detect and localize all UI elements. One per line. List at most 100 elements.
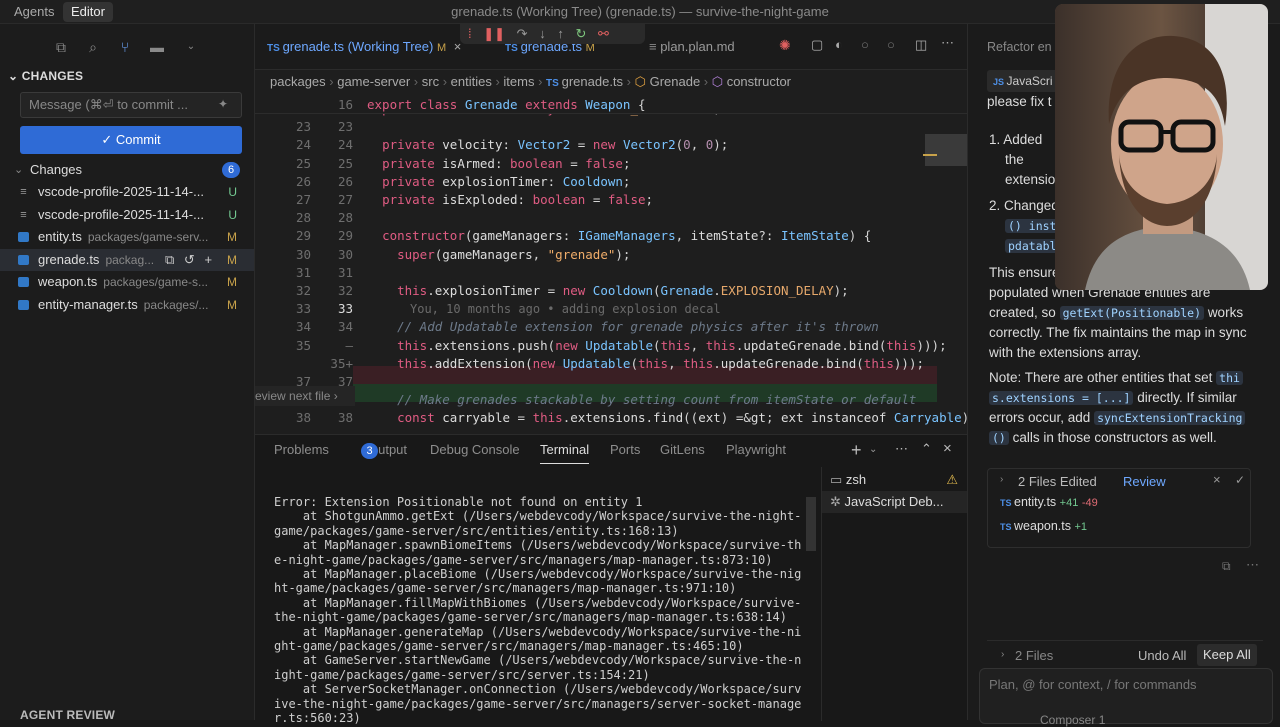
terminal-item-js-debug[interactable]: ✲ JavaScript Deb... (822, 491, 968, 513)
sparkle-icon[interactable]: ✦ (218, 97, 228, 111)
breadcrumb-item[interactable]: items (503, 74, 534, 89)
changes-section-header[interactable]: ⌄ CHANGES (8, 69, 83, 83)
panel-tab-problems[interactable]: Problems (274, 442, 329, 457)
changed-file-item[interactable]: ≡ vscode-profile-2025-11-14-... U (0, 204, 254, 226)
files-edited-label: 2 Files Edited (1018, 474, 1097, 489)
panel-tab-terminal[interactable]: Terminal (540, 442, 590, 464)
code-line[interactable]: private isArmed: boolean = false; (367, 155, 630, 173)
breadcrumb-item[interactable]: Grenade (650, 74, 701, 89)
changed-file-item[interactable]: entity-manager.ts packages/... M (0, 294, 254, 316)
panel-tab-gitlens[interactable]: GitLens (660, 442, 705, 457)
code-line[interactable]: private velocity: Vector2 = new Vector2(… (367, 136, 728, 154)
file-path: packages/... (143, 297, 209, 312)
step-into-icon[interactable]: ↓ (539, 26, 546, 41)
edited-file-item[interactable]: TS entity.ts +41 -49 (1000, 495, 1098, 509)
disconnect-icon[interactable]: ⚯ (598, 26, 609, 41)
typescript-icon: TS (1000, 522, 1015, 532)
commit-message-input[interactable]: Message (⌘⏎ to commit ... (20, 92, 242, 118)
source-control-icon[interactable]: ⑂ (114, 36, 136, 58)
review-link[interactable]: Review (1123, 474, 1166, 489)
changed-file-item[interactable]: grenade.ts packag... ⧉ ↺ + M (0, 248, 254, 271)
next-change-icon[interactable]: ○ (887, 37, 895, 52)
breadcrumb-item[interactable]: packages (270, 74, 326, 89)
terminal-scrollbar[interactable] (806, 497, 816, 551)
chevron-down-icon[interactable]: ⌄ (180, 36, 202, 58)
breadcrumb-item[interactable]: src (422, 74, 439, 89)
code-line[interactable]: // Make grenades stackable by setting co… (367, 391, 916, 409)
code-line[interactable]: private explosionTimer: Cooldown; (367, 173, 630, 191)
keep-all-button[interactable]: Keep All (1197, 644, 1257, 666)
chevron-right-icon[interactable]: › (1000, 474, 1003, 485)
code-line[interactable]: const carryable = this.extensions.find((… (367, 409, 967, 427)
file-name: vscode-profile-2025-11-14-... (38, 206, 204, 222)
code-line[interactable]: super(gameManagers, "grenade"); (367, 246, 630, 264)
terminal-output[interactable]: Error: Extension Positionable not found … (274, 495, 804, 726)
step-out-icon[interactable]: ↑ (557, 26, 564, 41)
line-number: 32 (295, 283, 311, 298)
model-selector[interactable]: Composer 1 (1040, 713, 1105, 727)
copy-icon[interactable]: ⧉ (50, 36, 72, 58)
code-view[interactable]: 22 private static readonly EXPLOSION_DAM… (255, 96, 967, 434)
stage-icon[interactable]: + (204, 252, 212, 267)
chevron-right-icon[interactable]: › (1001, 649, 1004, 660)
close-icon[interactable]: × (1213, 472, 1221, 487)
discard-icon[interactable]: ↺ (184, 252, 195, 267)
folder-icon[interactable]: ▬ (146, 36, 168, 58)
file-icon[interactable]: ▢ (811, 37, 823, 53)
typescript-icon (18, 254, 29, 265)
code-line[interactable]: constructor(gameManagers: IGameManagers,… (367, 227, 871, 245)
prev-change-icon[interactable]: ○ (861, 37, 869, 52)
restart-icon[interactable]: ↻ (575, 26, 586, 41)
panel-tab-ports[interactable]: Ports (610, 442, 640, 457)
step-over-icon[interactable]: ↷ (517, 26, 528, 41)
panel-tab-playwright[interactable]: Playwright (726, 442, 786, 457)
review-next-file-button[interactable]: eview next file › (255, 386, 355, 406)
open-file-icon[interactable]: ⧉ (165, 252, 174, 267)
copy-icon[interactable]: ⧉ (1222, 559, 1231, 574)
commit-button[interactable]: ✓ Commit (20, 126, 242, 154)
panel-tab-debug-console[interactable]: Debug Console (430, 442, 520, 457)
additions-count: +1 (1074, 521, 1088, 533)
breadcrumb-separator: › (700, 74, 712, 89)
code-line[interactable]: this.extensions.push(new Updatable(this,… (367, 337, 947, 355)
breadcrumb-item[interactable]: constructor (727, 74, 791, 89)
line-number: 33 (295, 301, 311, 317)
line-number: 32 (337, 283, 353, 298)
breadcrumb-item[interactable]: game-server (337, 74, 410, 89)
undo-all-button[interactable]: Undo All (1138, 648, 1186, 663)
maximize-icon[interactable]: ⌃ (921, 441, 932, 457)
changes-group[interactable]: ⌄ Changes 6 (0, 159, 254, 181)
code-line[interactable]: // Add Updatable extension for grenade p… (367, 318, 879, 336)
breadcrumb-item[interactable]: entities (451, 74, 492, 89)
history-icon[interactable]: ◐ (835, 37, 843, 52)
code-line[interactable]: this.addExtension(new Updatable(this, th… (367, 355, 924, 373)
changed-file-item[interactable]: weapon.ts packages/game-s... M (0, 271, 254, 293)
pause-icon[interactable]: ❚❚ (483, 26, 505, 41)
sparkle-icon[interactable]: ✺ (779, 37, 791, 54)
code-line[interactable]: this.explosionTimer = new Cooldown(Grena… (367, 282, 849, 300)
check-icon[interactable]: ✓ (1235, 473, 1245, 487)
split-editor-icon[interactable]: ◫ (915, 37, 927, 53)
line-number: 23 (337, 119, 353, 135)
add-terminal-icon[interactable]: + (851, 440, 862, 461)
chat-input[interactable]: Plan, @ for context, / for commands Comp… (979, 668, 1273, 727)
minimap-slider[interactable] (925, 134, 967, 166)
close-panel-icon[interactable]: × (943, 440, 952, 457)
changed-file-item[interactable]: ≡ vscode-profile-2025-11-14-... U (0, 181, 254, 203)
breadcrumb-item[interactable]: grenade.ts (562, 74, 623, 89)
code-line[interactable]: private isExploded: boolean = false; (367, 191, 653, 209)
more-icon[interactable]: ⋯ (895, 441, 908, 457)
class-icon: ⬡ (634, 74, 650, 89)
changed-file-item[interactable]: entity.ts packages/game-serv... M (0, 226, 254, 248)
file-name: weapon.ts (1014, 519, 1071, 533)
edited-file-item[interactable]: TS weapon.ts +1 (1000, 519, 1087, 533)
more-icon[interactable]: ⋯ (941, 35, 954, 51)
search-icon[interactable]: ⌕ (82, 36, 104, 58)
chevron-down-icon[interactable]: ⌄ (869, 444, 877, 455)
terminal-item-zsh[interactable]: ▭ zsh ⚠ (830, 469, 966, 491)
more-icon[interactable]: ⋯ (1246, 557, 1259, 573)
tab-plan[interactable]: ≡ plan.plan.md (649, 34, 735, 60)
context-chip[interactable]: JS JavaScri (987, 70, 1059, 92)
tab-grenade-working-tree[interactable]: TS grenade.ts (Working Tree) M × (267, 34, 461, 60)
terminal-icon: ▭ (830, 472, 846, 487)
